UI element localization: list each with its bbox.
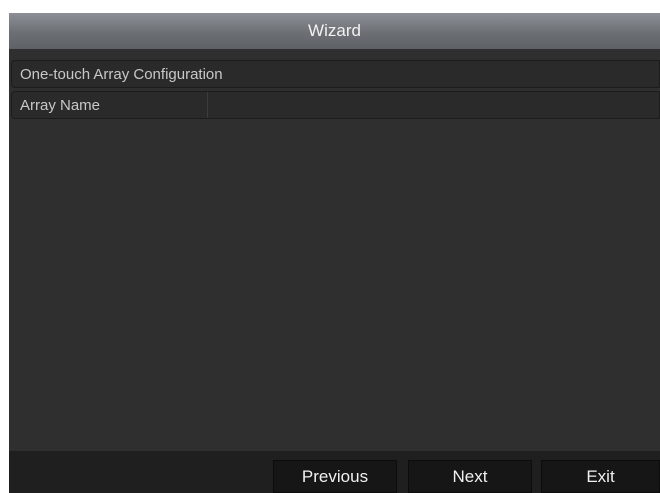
section-heading: One-touch Array Configuration	[20, 65, 223, 83]
window-title: Wizard	[308, 21, 361, 40]
previous-button[interactable]: Previous	[273, 460, 397, 493]
array-name-row: Array Name	[11, 91, 660, 119]
next-button[interactable]: Next	[408, 460, 532, 493]
array-name-field[interactable]	[208, 92, 659, 118]
section-header: One-touch Array Configuration	[11, 60, 660, 88]
array-name-label: Array Name	[12, 92, 208, 118]
title-bar: Wizard	[9, 13, 660, 49]
exit-button[interactable]: Exit	[541, 460, 660, 493]
wizard-window: Wizard One-touch Array Configuration Arr…	[9, 13, 660, 493]
button-bar: Previous Next Exit	[9, 451, 660, 493]
